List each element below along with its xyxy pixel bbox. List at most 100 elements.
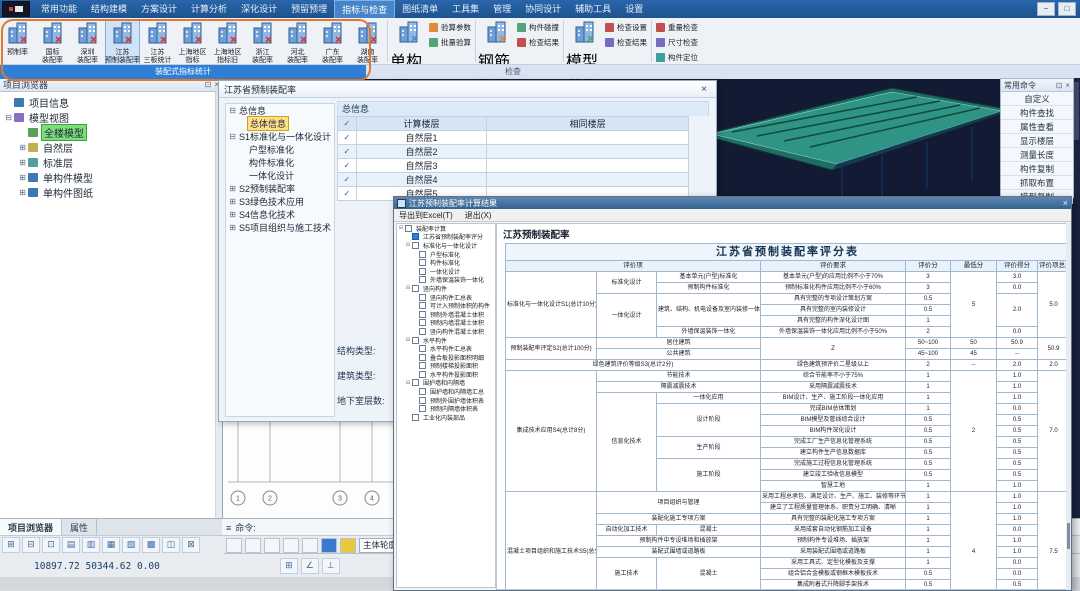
ribbon-button-浙江装配率[interactable]: 浙江装配率: [245, 19, 280, 65]
tree-checkbox[interactable]: [412, 242, 419, 249]
tree-checkbox[interactable]: [419, 251, 426, 258]
ribbon-button-江苏三板统计[interactable]: 江苏三板统计: [140, 19, 175, 65]
ribbon-button-模型参数检查[interactable]: 模型参数检查: [566, 19, 603, 63]
expand-icon[interactable]: ⊞: [18, 173, 27, 182]
ribbon-button-钢筋碰撞检查[interactable]: 钢筋碰撞检查: [478, 19, 515, 63]
sidebar-item-标准层[interactable]: ⊞标准层: [4, 155, 222, 170]
window-tool-icon-5[interactable]: ▦: [102, 537, 120, 553]
floor-checkbox[interactable]: ✓: [338, 145, 357, 159]
result-tree-预制外围护墙体积表[interactable]: 预制外围护墙体积表: [397, 396, 495, 405]
pin-icon[interactable]: ⊡: [205, 80, 212, 89]
expand-icon[interactable]: ⊞: [228, 184, 237, 193]
collapse-icon[interactable]: ⊟: [405, 242, 411, 248]
maximize-button[interactable]: □: [1058, 2, 1076, 16]
tab-常用功能[interactable]: 常用功能: [34, 0, 84, 18]
floor-name[interactable]: 自然层3: [356, 159, 487, 173]
status-toggle-0[interactable]: ⊞: [280, 558, 298, 574]
draw-tool-icon-4[interactable]: [302, 538, 318, 553]
tab-管理[interactable]: 管理: [486, 0, 518, 18]
tree-checkbox[interactable]: [412, 414, 419, 421]
tree-checkbox[interactable]: [419, 268, 426, 275]
expand-icon[interactable]: ⊞: [18, 143, 27, 152]
prefab-group-label[interactable]: 装配式指标统计: [0, 65, 366, 79]
tab-预留预埋[interactable]: 预留预埋: [284, 0, 334, 18]
floor-checkbox[interactable]: ✓: [338, 159, 357, 173]
tree-checkbox[interactable]: [419, 397, 426, 404]
status-toggle-2[interactable]: ⊥: [322, 558, 340, 574]
minimize-button[interactable]: −: [1037, 2, 1055, 16]
tab-结构建模[interactable]: 结构建模: [84, 0, 134, 18]
tree-checkbox[interactable]: [419, 371, 426, 378]
result-tree-预制内隔墙体积表[interactable]: 预制内隔墙体积表: [397, 404, 495, 413]
tab-设置[interactable]: 设置: [618, 0, 650, 18]
window-tool-icon-2[interactable]: ⊡: [42, 537, 60, 553]
result-tree-一体化设计[interactable]: 一体化设计: [397, 267, 495, 276]
result-tree-叠合板投影面积明细[interactable]: 叠合板投影面积明细: [397, 353, 495, 362]
tree-checkbox[interactable]: [419, 388, 426, 395]
ribbon-button-验算参数[interactable]: 验算参数: [427, 21, 473, 34]
result-tree-外墙保温装饰一体化[interactable]: 外墙保温装饰一体化: [397, 276, 495, 285]
ribbon-button-河北装配率[interactable]: 河北装配率: [280, 19, 315, 65]
floor-name[interactable]: 自然层4: [356, 173, 487, 187]
tree-checkbox[interactable]: [419, 345, 426, 352]
draw-tool-icon-3[interactable]: [283, 538, 299, 553]
tree-checkbox[interactable]: [419, 302, 426, 309]
color-tool-icon-0[interactable]: [321, 538, 337, 553]
dialog1-tree-S1标准化与一体化设计[interactable]: ⊟S1标准化与一体化设计: [226, 130, 334, 143]
tree-checkbox[interactable]: [419, 328, 426, 335]
result-tree-竖向构件[interactable]: ⊟竖向构件: [397, 284, 495, 293]
result-tree-江苏省预制装配率评分[interactable]: 江苏省预制装配率评分: [397, 233, 495, 242]
result-tree-户型标准化[interactable]: 户型标准化: [397, 250, 495, 259]
expand-icon[interactable]: ⊞: [228, 197, 237, 206]
draw-tool-icon-2[interactable]: [264, 538, 280, 553]
sidebar-item-模型视图[interactable]: ⊟模型视图: [4, 110, 222, 125]
collapse-icon[interactable]: ⊟: [228, 132, 237, 141]
ribbon-button-深圳装配率[interactable]: 深圳装配率: [70, 19, 105, 65]
same-floor-value[interactable]: [487, 145, 689, 159]
result-tree-装配率计算[interactable]: ⊟装配率计算: [397, 224, 495, 233]
sidebar-item-自然层[interactable]: ⊞自然层: [4, 140, 222, 155]
result-tree-围护墙和内隔墙[interactable]: ⊟围护墙和内隔墙: [397, 379, 495, 388]
tree-checkbox[interactable]: [419, 276, 426, 283]
tree-checkbox[interactable]: [419, 311, 426, 318]
result-tree-竖向构件混凝土体积[interactable]: 竖向构件混凝土体积: [397, 327, 495, 336]
quick-command-显示楼层[interactable]: 显示楼层: [1001, 134, 1073, 148]
result-scrollbar[interactable]: [1066, 223, 1071, 590]
expand-icon[interactable]: ⊞: [228, 223, 237, 232]
collapse-icon[interactable]: ⊟: [398, 225, 404, 231]
tree-checkbox[interactable]: [419, 294, 426, 301]
tree-checkbox[interactable]: [419, 362, 426, 369]
ribbon-button-江苏预制装配率[interactable]: 江苏预制装配率: [105, 19, 140, 65]
tab-图纸清单[interactable]: 图纸清单: [395, 0, 445, 18]
floor-name[interactable]: 自然层2: [356, 145, 487, 159]
tab-指标与检查[interactable]: 指标与检查: [334, 0, 395, 18]
ribbon-button-批量验算[interactable]: 批量验算: [427, 36, 473, 49]
floor-checkbox[interactable]: ✓: [338, 187, 357, 201]
dialog1-tree-S3绿色技术应用[interactable]: ⊞S3绿色技术应用: [226, 195, 334, 208]
floor-checkbox[interactable]: ✓: [338, 131, 357, 145]
tab-计算分析[interactable]: 计算分析: [184, 0, 234, 18]
ribbon-button-预制率[interactable]: 预制率: [0, 19, 35, 65]
floor-name[interactable]: 自然层1: [356, 131, 487, 145]
tree-checkbox[interactable]: [412, 285, 419, 292]
tree-checkbox[interactable]: [419, 405, 426, 412]
tree-checkbox[interactable]: [405, 225, 412, 232]
tab-协同设计[interactable]: 协同设计: [518, 0, 568, 18]
result-tree-工业化内装部品[interactable]: 工业化内装部品: [397, 413, 495, 422]
window-tool-icon-9[interactable]: ⊠: [182, 537, 200, 553]
tab-方案设计[interactable]: 方案设计: [134, 0, 184, 18]
color-tool-icon-1[interactable]: [340, 538, 356, 553]
sidebar-item-项目信息[interactable]: 项目信息: [4, 95, 222, 110]
result-tree-水平构件汇总表[interactable]: 水平构件汇总表: [397, 344, 495, 353]
close-icon[interactable]: ×: [697, 84, 711, 95]
draw-tool-icon-0[interactable]: [226, 538, 242, 553]
expand-icon[interactable]: ⊞: [18, 158, 27, 167]
tree-checkbox[interactable]: [412, 379, 419, 386]
dialog1-tree-一体化设计[interactable]: 一体化设计: [226, 169, 334, 182]
dialog1-tree-构件标准化[interactable]: 构件标准化: [226, 156, 334, 169]
sidebar-item-单构件模型[interactable]: ⊞单构件模型: [4, 170, 222, 185]
dialog2-titlebar[interactable]: 江苏预制装配率计算结果 ×: [394, 197, 1071, 209]
collapse-icon[interactable]: ⊟: [405, 285, 411, 291]
same-floor-value[interactable]: [487, 159, 689, 173]
ribbon-button-单构件验算[interactable]: 单构件验算: [390, 19, 427, 63]
